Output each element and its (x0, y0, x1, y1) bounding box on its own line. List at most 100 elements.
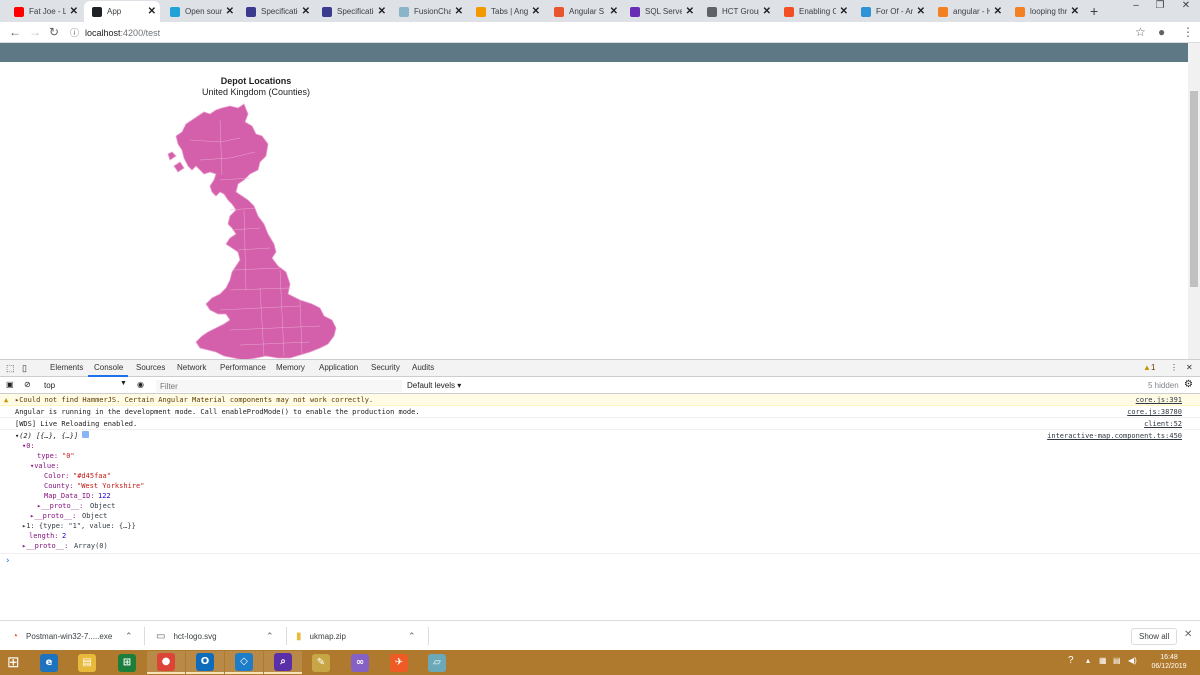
minimize-button[interactable]: – (1124, 0, 1148, 14)
profile-icon[interactable]: ● (1158, 25, 1165, 39)
close-tab-icon[interactable]: ✕ (1071, 6, 1079, 17)
menu-icon[interactable]: ⋮ (1182, 25, 1194, 39)
browser-tab[interactable]: Tabs | Angu ✕ (468, 1, 544, 22)
download-item[interactable]: ◔ Postman-win32-7.....exe (12, 626, 112, 646)
network-icon[interactable]: ▦ (1099, 656, 1107, 665)
back-icon[interactable]: ← (9, 25, 21, 39)
close-tab-icon[interactable]: ✕ (148, 6, 156, 17)
download-item[interactable]: ▮ ukmap.zip (296, 626, 346, 646)
close-tab-icon[interactable]: ✕ (686, 6, 694, 17)
close-tab-icon[interactable]: ✕ (378, 6, 386, 17)
devtools-tab-performance[interactable]: Performance (220, 363, 266, 372)
close-tab-icon[interactable]: ✕ (302, 6, 310, 17)
clear-console-icon[interactable]: ⊘ (24, 380, 31, 389)
volume-icon[interactable]: ◀) (1128, 656, 1137, 665)
tree-root[interactable]: ▾(2) [{…}, {…}] (15, 431, 78, 441)
taskbar-app-button[interactable]: ▱ (418, 651, 456, 674)
taskbar-app-button[interactable]: ✎ (302, 651, 340, 674)
devtools-tab-application[interactable]: Application (319, 363, 358, 372)
bookmark-star-icon[interactable]: ☆ (1135, 25, 1146, 39)
scrollbar-thumb[interactable] (1190, 91, 1198, 287)
devtools-tab-security[interactable]: Security (371, 363, 400, 372)
uk-county-map[interactable] (160, 100, 360, 359)
console-settings-gear-icon[interactable]: ⚙ (1184, 379, 1193, 390)
console-source-link[interactable]: client:52 (1144, 418, 1182, 430)
taskbar-app-button[interactable]: O (186, 651, 224, 674)
uk-map-shape[interactable] (167, 103, 337, 359)
device-toolbar-icon[interactable]: ▯ (22, 363, 27, 374)
devtools-tab-sources[interactable]: Sources (136, 363, 165, 372)
close-tab-icon[interactable]: ✕ (917, 6, 925, 17)
devtools-tab-console[interactable]: Console (94, 363, 123, 372)
devtools-close-icon[interactable]: ✕ (1186, 363, 1193, 372)
tree-proto-node[interactable]: ▸__proto__: (30, 511, 76, 521)
address-bar[interactable]: ⓘ localhost:4200/test (70, 24, 1150, 41)
browser-tab[interactable]: Enabling C ✕ (776, 1, 852, 22)
browser-tab[interactable]: For Of - Ar ✕ (853, 1, 929, 22)
close-tab-icon[interactable]: ✕ (840, 6, 848, 17)
forward-icon[interactable]: → (29, 25, 41, 39)
console-source-link[interactable]: interactive-map.component.ts:450 (1047, 430, 1182, 442)
browser-tab[interactable]: FusionChar ✕ (391, 1, 467, 22)
tree-value-node[interactable]: ▾value: (30, 461, 60, 471)
close-tab-icon[interactable]: ✕ (610, 6, 618, 17)
close-tab-icon[interactable]: ✕ (226, 6, 234, 17)
taskbar-app-button[interactable]: ⊞ (108, 651, 146, 674)
console-log-message[interactable]: Angular is running in the development mo… (0, 406, 1200, 418)
download-menu-chevron-icon[interactable]: ⌃ (266, 631, 274, 642)
keyboard-icon[interactable]: ▤ (1113, 656, 1121, 665)
taskbar-app-button[interactable]: ● (147, 651, 185, 674)
devtools-tab-network[interactable]: Network (177, 363, 206, 372)
download-menu-chevron-icon[interactable]: ⌃ (408, 631, 416, 642)
inspect-element-icon[interactable]: ⬚ (6, 363, 15, 374)
browser-tab[interactable]: Angular S ✕ (546, 1, 622, 22)
live-expression-eye-icon[interactable]: ◉ (137, 380, 144, 389)
new-tab-button[interactable]: + (1090, 3, 1098, 19)
console-log-message[interactable]: [WDS] Live Reloading enabled. client:52 (0, 418, 1200, 430)
close-tab-icon[interactable]: ✕ (455, 6, 463, 17)
taskbar-app-button[interactable]: ✈ (380, 651, 418, 674)
devtools-tab-memory[interactable]: Memory (276, 363, 305, 372)
context-dropdown-icon[interactable]: ▼ (120, 380, 127, 387)
system-clock[interactable]: 16:48 06/12/2019 (1146, 653, 1192, 671)
download-item[interactable]: ▭ hct-logo.svg (156, 626, 217, 646)
devtools-menu-icon[interactable]: ⋮ (1170, 363, 1178, 372)
browser-tab[interactable]: Open sour ✕ (162, 1, 238, 22)
browser-tab[interactable]: Specificatio ✕ (314, 1, 390, 22)
taskbar-app-button[interactable]: e (30, 651, 68, 674)
page-scrollbar[interactable] (1188, 43, 1200, 359)
browser-tab[interactable]: SQL Serve ✕ (622, 1, 698, 22)
browser-tab[interactable]: HCT Group ✕ (699, 1, 775, 22)
close-tab-icon[interactable]: ✕ (763, 6, 771, 17)
tree-proto-node[interactable]: ▸__proto__: (37, 501, 83, 511)
console-prompt[interactable]: › (5, 556, 10, 566)
close-tab-icon[interactable]: ✕ (994, 6, 1002, 17)
console-warning-message[interactable]: ▲ ▸Could not find HammerJS. Certain Angu… (0, 394, 1200, 406)
download-menu-chevron-icon[interactable]: ⌃ (125, 631, 133, 642)
log-levels-dropdown[interactable]: Default levels ▾ (407, 381, 461, 390)
close-tab-icon[interactable]: ✕ (70, 6, 78, 17)
close-tab-icon[interactable]: ✕ (532, 6, 540, 17)
taskbar-app-button[interactable]: ⌕ (264, 651, 302, 674)
restore-button[interactable]: ❐ (1148, 0, 1172, 14)
devtools-tab-elements[interactable]: Elements (50, 363, 83, 372)
console-source-link[interactable]: core.js:391 (1136, 394, 1182, 406)
browser-tab[interactable]: Fat Joe - Le ✕ (6, 1, 82, 22)
tree-item-0[interactable]: ▾0: (22, 441, 35, 451)
browser-tab[interactable]: angular - H ✕ (930, 1, 1006, 22)
close-window-button[interactable]: ✕ (1174, 0, 1198, 14)
windows-start-icon[interactable]: ⊞ (7, 655, 20, 670)
console-source-link[interactable]: core.js:38780 (1127, 406, 1182, 418)
help-icon[interactable]: ? (1068, 655, 1074, 666)
console-object-tree[interactable]: interactive-map.component.ts:450 ▾(2) [{… (0, 430, 1200, 554)
warning-icon[interactable]: ▲ (1143, 363, 1151, 372)
tray-expand-icon[interactable]: ▴ (1086, 656, 1090, 665)
browser-tab[interactable]: App ✕ (84, 1, 160, 22)
taskbar-app-button[interactable]: ▤ (68, 651, 106, 674)
context-selector[interactable]: top (44, 381, 55, 390)
console-filter-input[interactable] (156, 380, 402, 392)
browser-tab[interactable]: Specificatio ✕ (238, 1, 314, 22)
taskbar-app-button[interactable]: ◇ (225, 651, 263, 674)
sidebar-toggle-icon[interactable]: ▣ (6, 380, 14, 389)
warning-count[interactable]: 1 (1151, 363, 1155, 372)
